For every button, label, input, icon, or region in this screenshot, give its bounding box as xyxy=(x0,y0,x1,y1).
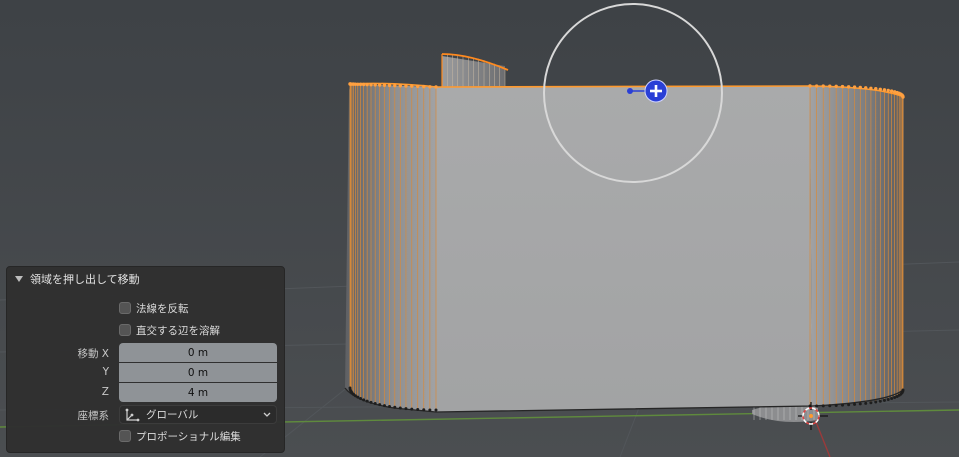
mesh-vertex xyxy=(373,402,377,406)
mesh-vertex xyxy=(828,84,832,88)
mesh-vertex xyxy=(398,84,402,88)
mesh-vertex xyxy=(422,408,426,412)
flip-normals-checkbox-box[interactable] xyxy=(119,302,131,314)
mesh-vertex xyxy=(373,83,377,87)
panel-header[interactable]: 領域を押し出して移動 xyxy=(7,267,284,291)
mesh-vertex xyxy=(393,405,397,409)
mesh-vertex xyxy=(869,401,873,405)
mesh-vertex xyxy=(882,398,886,402)
z-axis-label: Z xyxy=(101,386,109,398)
move-z-field[interactable]: 4 m xyxy=(119,383,277,402)
mesh-vertex xyxy=(434,408,438,412)
orientation-dropdown[interactable]: グローバル xyxy=(119,405,277,424)
move-x-field[interactable]: 0 m xyxy=(119,343,277,362)
mesh-vertex xyxy=(841,403,845,407)
mesh-vertex xyxy=(874,87,878,91)
proportional-editing-label: プロポーショナル編集 xyxy=(136,430,241,443)
mesh-vertex xyxy=(404,84,408,88)
mesh-vertex xyxy=(410,407,414,411)
transform-gizmo-icon[interactable] xyxy=(644,79,668,103)
mesh-vertex xyxy=(840,84,845,89)
right-wall xyxy=(810,86,904,406)
mesh-vertex xyxy=(434,85,438,89)
mesh-vertex xyxy=(428,408,432,412)
mesh-vertex xyxy=(852,85,857,89)
dissolve-orthogonal-label: 直交する辺を溶解 xyxy=(136,324,220,337)
mesh-vertex xyxy=(358,82,363,87)
move-x-row-label: 移動 X xyxy=(77,346,109,361)
mesh-vertex xyxy=(428,85,432,89)
move-y-value: 0 m xyxy=(187,366,209,379)
flip-normals-checkbox[interactable]: 法線を反転 xyxy=(119,299,189,317)
orientation-value: グローバル xyxy=(146,409,199,421)
mesh-vertex xyxy=(869,86,873,90)
mesh-vertex xyxy=(359,397,363,401)
mesh-vertex xyxy=(858,402,862,406)
mesh-vertex xyxy=(382,404,386,408)
mesh-vertex xyxy=(834,403,838,407)
mesh-vertex xyxy=(378,403,382,407)
mesh-vertex xyxy=(814,84,819,88)
mesh-vertex xyxy=(878,87,882,91)
move-y-field[interactable]: 0 m xyxy=(119,363,277,382)
mesh-vertex xyxy=(365,399,369,403)
mesh-vertex xyxy=(808,84,812,88)
mesh-vertex xyxy=(416,84,420,89)
mesh-vertex xyxy=(821,84,825,88)
mesh-vertex xyxy=(377,83,382,87)
mesh-vertex xyxy=(889,89,894,93)
mesh-vertex xyxy=(398,406,402,410)
mesh-vertex xyxy=(886,88,890,93)
mesh-vertex xyxy=(890,397,894,401)
mesh-vertex xyxy=(422,84,426,89)
left-wall xyxy=(345,84,436,412)
proportional-editing-checkbox-box[interactable] xyxy=(119,430,131,442)
x-axis-label: X xyxy=(101,348,109,360)
mesh-vertex xyxy=(901,95,905,99)
mesh-vertex xyxy=(387,83,392,88)
mesh-vertex xyxy=(847,403,851,407)
mesh-vertex xyxy=(878,399,882,403)
mesh-vertex xyxy=(393,83,397,88)
mesh-vertex xyxy=(858,85,862,90)
move-z-value: 4 m xyxy=(187,386,209,399)
mesh-vertex xyxy=(846,85,851,89)
mesh-vertex xyxy=(404,407,408,411)
mesh-vertex xyxy=(882,88,887,92)
mesh-vertex xyxy=(864,86,868,90)
mesh-vertex xyxy=(410,84,414,88)
mesh-vertex xyxy=(388,405,392,409)
mesh-vertex xyxy=(369,83,373,87)
mesh-vertex xyxy=(362,398,366,402)
y-axis-label: Y xyxy=(102,366,109,378)
mesh-vertex xyxy=(361,82,366,87)
mesh-vertex xyxy=(874,400,878,404)
mesh-vertex xyxy=(853,402,857,406)
dissolve-orthogonal-edges-checkbox[interactable]: 直交する辺を溶解 xyxy=(119,321,220,339)
chevron-down-icon xyxy=(262,411,272,419)
mesh-vertex xyxy=(369,400,373,404)
mesh-vertex xyxy=(356,395,360,399)
mesh-vertex xyxy=(382,83,387,87)
front-face xyxy=(436,86,812,412)
collapse-triangle-icon[interactable] xyxy=(15,276,23,282)
flip-normals-label: 法線を反転 xyxy=(136,302,189,315)
orientation-axes-icon xyxy=(124,408,140,422)
move-x-value: 0 m xyxy=(187,346,209,359)
panel-title: 領域を押し出して移動 xyxy=(30,273,140,286)
mesh-vertex xyxy=(365,82,369,87)
mesh-vertex xyxy=(821,404,825,408)
mesh-vertex xyxy=(416,407,420,411)
dissolve-orthogonal-checkbox-box[interactable] xyxy=(119,324,131,336)
mesh-vertex xyxy=(901,388,905,392)
mesh-vertex xyxy=(828,404,832,408)
mesh-vertex xyxy=(834,84,838,89)
mesh-vertex xyxy=(864,401,868,405)
proportional-editing-checkbox[interactable]: プロポーショナル編集 xyxy=(119,427,241,445)
move-label: 移動 xyxy=(77,348,99,360)
mesh-vertex xyxy=(815,404,819,408)
orientation-label: 座標系 xyxy=(77,410,110,422)
redo-last-panel: 領域を押し出して移動 法線を反転 直交する辺を溶解 移動 X 0 m Y 0 m… xyxy=(6,266,285,453)
mesh-vertex xyxy=(886,398,890,402)
